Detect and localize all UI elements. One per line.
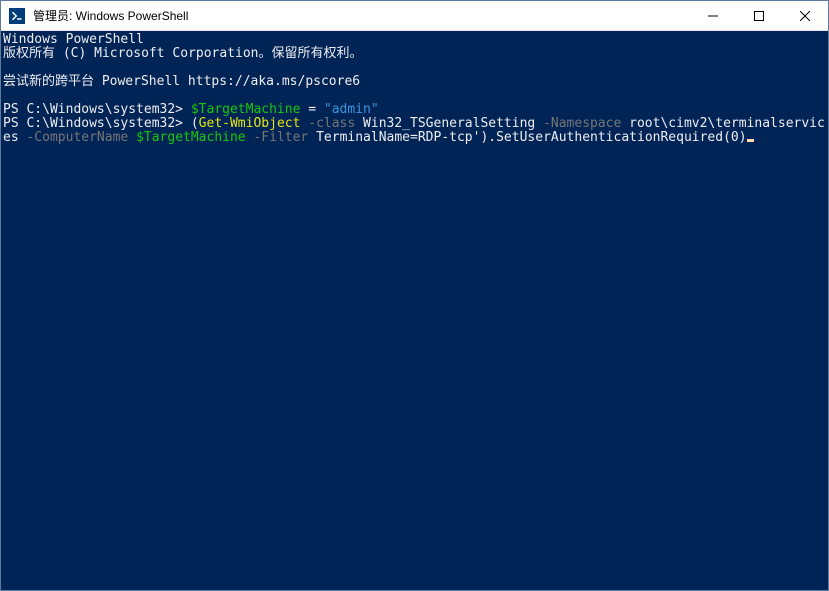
arg-class: Win32_TSGeneralSetting	[363, 116, 535, 131]
window-controls	[690, 1, 828, 30]
window-title: 管理员: Windows PowerShell	[31, 7, 690, 24]
arg-filter: TerminalName=RDP-tcp').SetUserAuthentica…	[316, 130, 746, 145]
paren-open: (	[191, 116, 199, 131]
close-button[interactable]	[782, 1, 828, 30]
eq-op: =	[300, 102, 323, 117]
param-filter: -Filter	[246, 130, 316, 145]
cmdlet: Get-WmiObject	[199, 116, 301, 131]
prompt-2: PS C:\Windows\system32>	[3, 116, 183, 131]
header-line-2: 版权所有 (C) Microsoft Corporation。保留所有权利。	[3, 46, 363, 61]
variable-target-2: $TargetMachine	[136, 130, 246, 145]
terminal-area[interactable]: Windows PowerShell 版权所有 (C) Microsoft Co…	[1, 31, 828, 590]
param-class: -class	[300, 116, 363, 131]
titlebar[interactable]: 管理员: Windows PowerShell	[1, 1, 828, 31]
header-line-1: Windows PowerShell	[3, 32, 144, 47]
powershell-window: 管理员: Windows PowerShell Windows PowerShe…	[0, 0, 829, 591]
variable-target: $TargetMachine	[191, 102, 301, 117]
teaser-line: 尝试新的跨平台 PowerShell https://aka.ms/pscore…	[3, 74, 360, 89]
powershell-icon	[9, 8, 25, 24]
minimize-button[interactable]	[690, 1, 736, 30]
param-namespace: -Namespace	[535, 116, 629, 131]
string-admin: "admin"	[324, 102, 379, 117]
prompt-1: PS C:\Windows\system32>	[3, 102, 183, 117]
maximize-button[interactable]	[736, 1, 782, 30]
cursor-icon	[747, 139, 754, 142]
param-computername: -ComputerName	[19, 130, 136, 145]
